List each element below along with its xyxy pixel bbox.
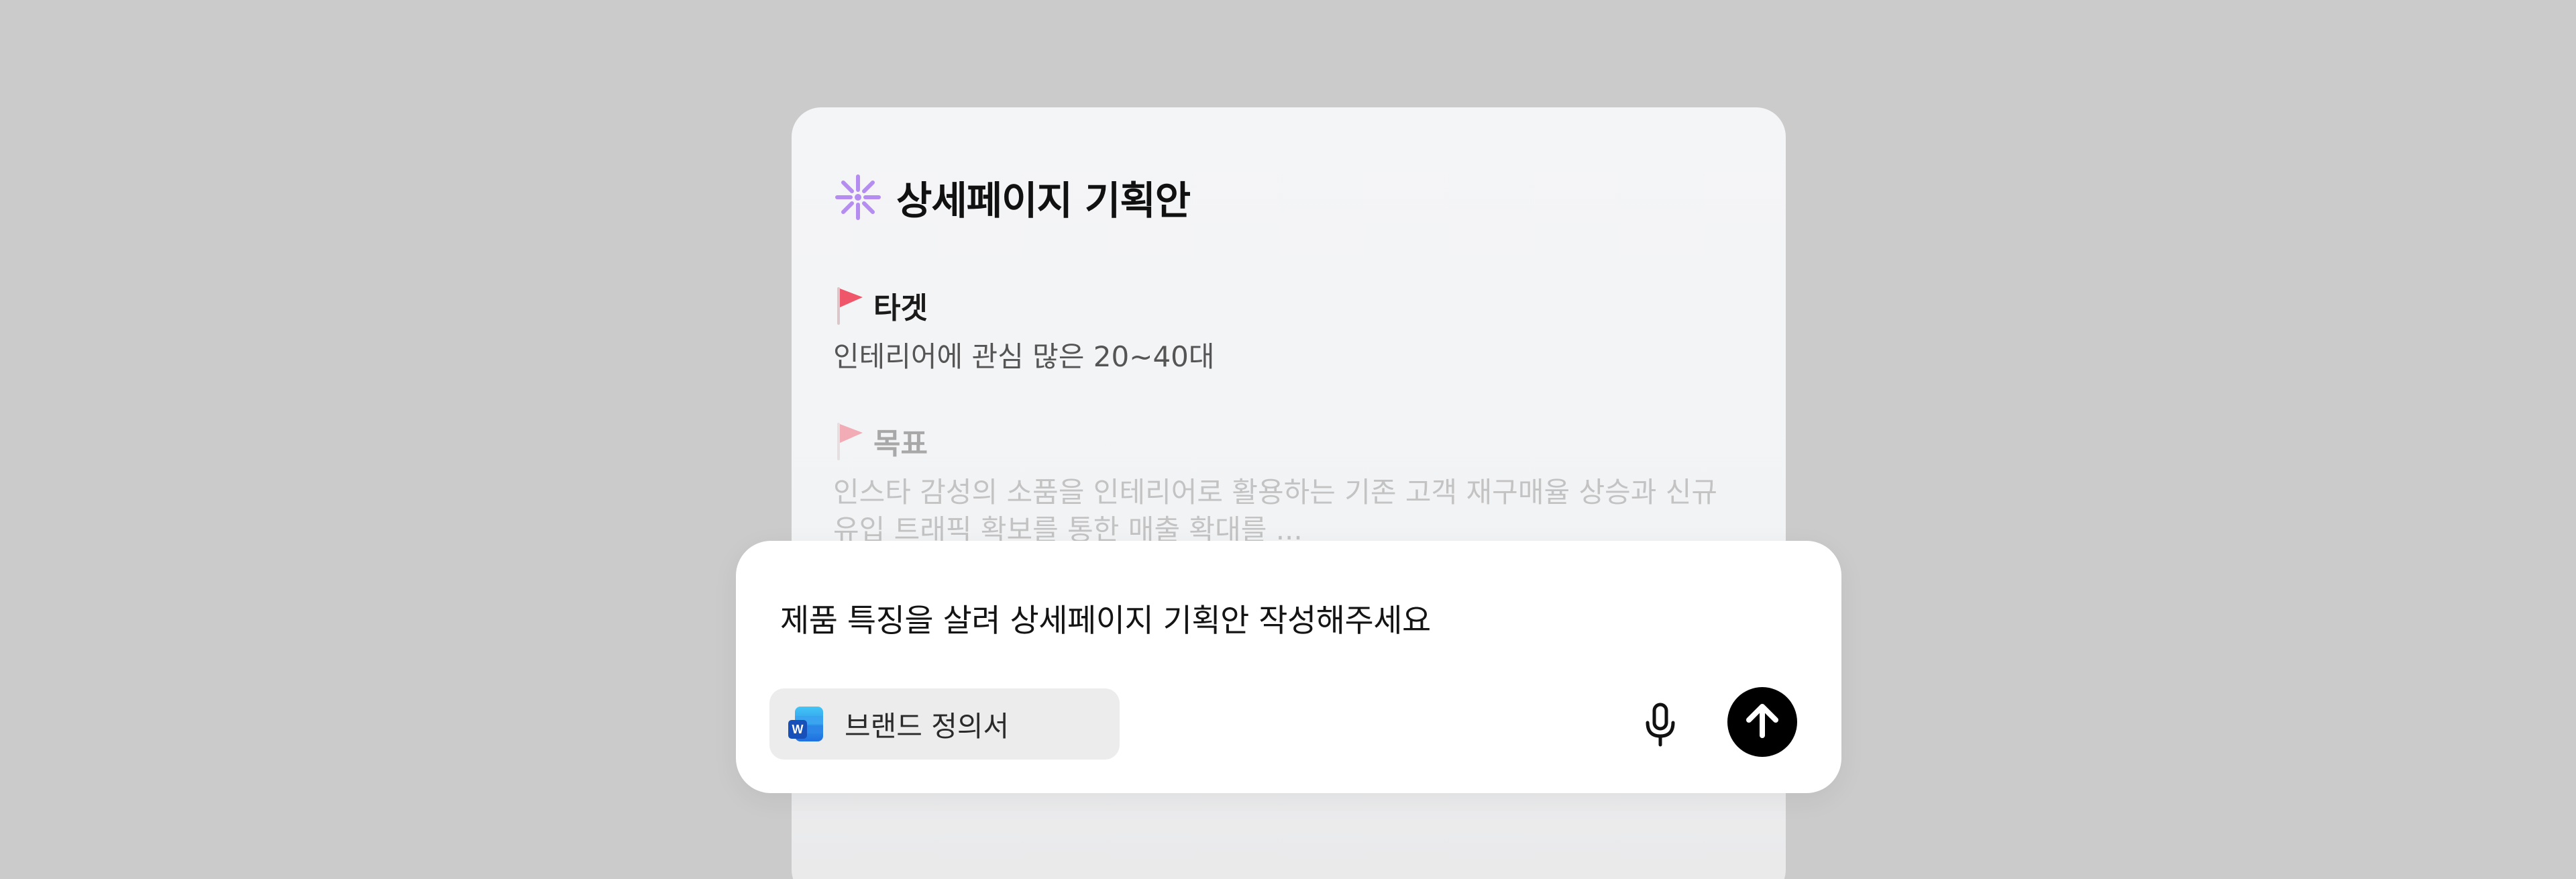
section-body: 인테리어에 관심 많은 20~40대 (833, 340, 1215, 373)
svg-text:W: W (792, 723, 804, 736)
prompt-input[interactable]: 제품 특징을 살려 상세페이지 기획안 작성해주세요 (780, 594, 1431, 641)
document-title-text: 상세페이지 기획안 (896, 178, 1191, 223)
document-title: 상세페이지 기획안 (833, 170, 1191, 224)
stage: 상세페이지 기획안 타겟 인테리어에 관심 많은 20~40대 목표 인스타 감… (0, 0, 2576, 879)
arrow-up-icon (1743, 702, 1781, 742)
section-label: 목표 (873, 427, 928, 461)
attachment-chip[interactable]: W 브랜드 정의서 (769, 688, 1120, 760)
section-goal: 목표 인스타 감성의 소품을 인테리어로 활용하는 기존 고객 재구매율 상승과… (833, 420, 1719, 549)
send-button[interactable] (1727, 687, 1797, 757)
flag-icon (833, 286, 864, 325)
section-label: 타겟 (873, 291, 928, 325)
section-head: 목표 (833, 420, 1719, 462)
word-document-icon: W (787, 705, 824, 743)
sparkle-icon (833, 172, 883, 222)
section-target: 타겟 인테리어에 관심 많은 20~40대 (833, 285, 1719, 376)
flag-icon (833, 421, 864, 460)
prompt-composer: 제품 특징을 살려 상세페이지 기획안 작성해주세요 W 브랜드 정의서 (736, 541, 1841, 793)
microphone-button[interactable] (1635, 701, 1686, 752)
microphone-icon (1644, 703, 1676, 749)
attachment-label: 브랜드 정의서 (845, 709, 1010, 743)
section-body: 인스타 감성의 소품을 인테리어로 활용하는 기존 고객 재구매율 상승과 신규… (833, 476, 1717, 546)
section-head: 타겟 (833, 285, 1719, 326)
